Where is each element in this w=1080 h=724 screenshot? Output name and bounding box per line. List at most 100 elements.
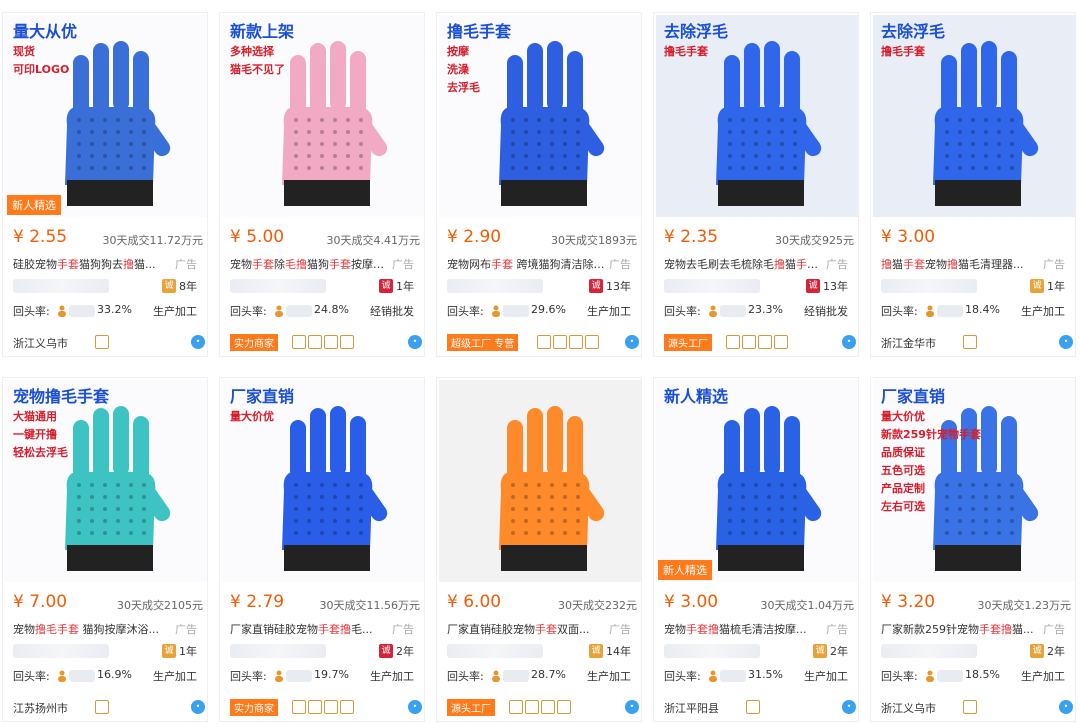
product-thumbnail[interactable]: 撸毛手套 按摩 洗澡 去浮毛 xyxy=(439,15,641,217)
shop-name-blurred[interactable] xyxy=(13,644,109,658)
shop-name-blurred[interactable] xyxy=(881,644,977,658)
product-card[interactable]: 量大从优 现货 可印LOGO 新人精选 ¥ 2.55 30天成交11.72万元 硅胶宠物手套… xyxy=(2,12,208,357)
shop-name-blurred[interactable] xyxy=(447,644,543,658)
merchant-tag[interactable]: 实力商家 xyxy=(230,334,278,351)
product-image: 量大从优现货可印LOGO xyxy=(5,15,207,217)
service-icon xyxy=(742,335,756,349)
promo-badge: 新人精选 xyxy=(7,195,61,215)
chat-icon[interactable]: • xyxy=(842,335,856,349)
service-icons xyxy=(963,700,977,714)
chat-icon[interactable]: • xyxy=(842,700,856,714)
product-thumbnail[interactable]: 量大从优 现货 可印LOGO 新人精选 xyxy=(5,15,207,217)
chat-icon[interactable]: • xyxy=(625,700,639,714)
product-card[interactable]: 宠物撸毛手套 大猫通用 一键开撸 轻松去浮毛 ¥ 7.00 30天成交2105元 宠物撸毛手… xyxy=(2,377,208,722)
image-text: 可印LOGO xyxy=(13,63,69,76)
shop-name-blurred[interactable] xyxy=(230,279,326,293)
chat-icon[interactable]: • xyxy=(191,700,205,714)
price-row: ¥ 3.20 30天成交1.23万元 xyxy=(881,592,1071,614)
shop-name-blurred[interactable] xyxy=(664,279,760,293)
service-icon xyxy=(292,700,306,714)
chengxin-icon: 诚 xyxy=(379,279,393,293)
shop-name-blurred[interactable] xyxy=(881,279,977,293)
product-thumbnail[interactable] xyxy=(439,380,641,582)
service-icon xyxy=(509,700,523,714)
product-title-link[interactable]: 宠物撸毛手套 猫狗按摩沐浴... xyxy=(13,621,173,637)
repurchase-rate: 16.9% xyxy=(97,668,132,681)
repurchase-row: 回头率: 18.5% 生产加工 xyxy=(881,668,1071,684)
keyword-highlight: 手套 xyxy=(57,258,79,271)
product-card[interactable]: 厂家直销 量大价优 新款259针宠物手套 品质保证 五色可选 产品定制 左右可选 ¥ 3.20… xyxy=(870,377,1076,722)
repurchase-rate: 23.3% xyxy=(748,303,783,316)
member-years: 诚 13年 xyxy=(806,278,848,294)
service-icon xyxy=(340,335,354,349)
merchant-tag[interactable]: 实力商家 xyxy=(230,699,278,716)
product-card[interactable]: 新人精选 新人精选 ¥ 3.00 30天成交1.04万元 宠物手套撸猫梳毛清洁按摩...… xyxy=(653,377,859,722)
blurred-value xyxy=(286,670,312,682)
product-title-link[interactable]: 宠物手套除毛撸猫狗手套按摩梳子... xyxy=(230,256,390,272)
product-title-link[interactable]: 宠物去毛刷去毛梳除毛撸猫手套猫用洗... xyxy=(664,256,824,272)
chat-icon[interactable]: • xyxy=(1059,335,1073,349)
keyword-highlight: 撸 xyxy=(881,258,892,271)
image-text: 洗澡 xyxy=(447,62,470,76)
product-title-link[interactable]: 硅胶宠物手套猫狗狗去撸猫... xyxy=(13,256,173,272)
shop-name-blurred[interactable] xyxy=(13,279,109,293)
chat-icon[interactable]: • xyxy=(191,335,205,349)
product-thumbnail[interactable]: 厂家直销 量大价优 新款259针宠物手套 品质保证 五色可选 产品定制 左右可选 xyxy=(873,380,1075,582)
image-text: 大猫通用 xyxy=(13,409,57,423)
product-title-link[interactable]: 宠物手套撸猫梳毛清洁按摩... xyxy=(664,621,824,637)
location: 浙江义乌市 xyxy=(13,337,68,350)
product-thumbnail[interactable]: 新人精选 新人精选 xyxy=(656,380,858,582)
title-text: 猫 xyxy=(892,258,903,271)
product-title-link[interactable]: 厂家直销硅胶宠物手套撸毛... xyxy=(230,621,390,637)
title-text: 猫梳毛清洁按摩... xyxy=(719,623,807,636)
product-thumbnail[interactable]: 厂家直销 量大价优 xyxy=(222,380,424,582)
member-years: 诚 2年 xyxy=(813,643,848,659)
product-thumbnail[interactable]: 去除浮毛 撸毛手套 xyxy=(656,15,858,217)
image-text: 猫毛不见了 xyxy=(230,62,285,76)
business-type: 生产加工 xyxy=(587,305,631,318)
service-icon xyxy=(95,335,109,349)
product-thumbnail[interactable]: 宠物撸毛手套 大猫通用 一键开撸 轻松去浮毛 xyxy=(5,380,207,582)
chat-icon[interactable]: • xyxy=(1059,700,1073,714)
shop-row: 诚 14年 xyxy=(447,642,637,660)
product-card[interactable]: 厂家直销 量大价优 ¥ 2.79 30天成交11.56万元 厂家直销硅胶宠物手套撸毛..… xyxy=(219,377,425,722)
product-card[interactable]: 撸毛手套 按摩 洗澡 去浮毛 ¥ 2.90 30天成交1893元 宠物网布手套 跨境猫狗清洁… xyxy=(436,12,642,357)
product-card[interactable]: 新款上架 多种选择 猫毛不见了 ¥ 5.00 30天成交4.41万元 宠物手套除毛撸猫狗手… xyxy=(219,12,425,357)
service-icon xyxy=(963,700,977,714)
chat-icon[interactable]: • xyxy=(408,700,422,714)
repurchase-row: 回头率: 24.8% 经销批发 xyxy=(230,303,420,319)
product-card[interactable]: ¥ 6.00 30天成交232元 厂家直销硅胶宠物手套双面... 广告诚 14年 回头率:… xyxy=(436,377,642,722)
ad-label: 广告 xyxy=(175,258,197,271)
chat-icon[interactable]: • xyxy=(408,335,422,349)
title-text: 除 xyxy=(274,258,285,271)
shop-name-blurred[interactable] xyxy=(230,644,326,658)
service-icon xyxy=(292,335,306,349)
sales-volume: 30天成交11.72万元 xyxy=(102,234,204,247)
title-text: 猫 xyxy=(785,258,796,271)
shop-name-blurred[interactable] xyxy=(447,279,543,293)
product-card[interactable]: 去除浮毛 撸毛手套 ¥ 3.00 撸猫手套宠物撸猫毛清理器... 广告诚 1年 回头率: 18… xyxy=(870,12,1076,357)
product-card[interactable]: 去除浮毛撸毛手套 ¥ 2.35 30天成交925元宠物去毛刷去毛梳除毛撸猫手套猫用洗… xyxy=(653,12,859,357)
service-icon xyxy=(324,335,338,349)
shop-row: 诚 1年 xyxy=(881,277,1071,295)
title-text: 宠物 xyxy=(230,258,252,271)
product-title-link[interactable]: 厂家新款259针宠物手套撸猫... xyxy=(881,621,1041,637)
product-thumbnail[interactable]: 新款上架 多种选择 猫毛不见了 xyxy=(222,15,424,217)
person-icon xyxy=(491,670,501,682)
product-title-link[interactable]: 撸猫手套宠物撸猫毛清理器... xyxy=(881,256,1041,272)
merchant-tag[interactable]: 源头工厂 xyxy=(664,334,712,351)
title-text: 宠物 xyxy=(664,623,686,636)
service-icon xyxy=(963,335,977,349)
shop-name-blurred[interactable] xyxy=(664,644,760,658)
service-icon xyxy=(585,335,599,349)
merchant-tag[interactable]: 超级工厂 专营 xyxy=(447,334,519,351)
product-title-link[interactable]: 宠物网布手套 跨境猫狗清洁除毛撸... xyxy=(447,256,607,272)
product-image: 宠物撸毛手套大猫通用一键开撸轻松去浮毛 xyxy=(5,380,207,582)
member-years: 诚 13年 xyxy=(589,278,631,294)
product-title-link[interactable]: 厂家直销硅胶宠物手套双面... xyxy=(447,621,607,637)
repurchase-label: 回头率: xyxy=(230,670,267,683)
product-thumbnail[interactable]: 去除浮毛 撸毛手套 xyxy=(873,15,1075,217)
chat-icon[interactable]: • xyxy=(625,335,639,349)
merchant-tag[interactable]: 源头工厂 xyxy=(447,699,495,716)
repurchase-label: 回头率: xyxy=(13,670,50,683)
